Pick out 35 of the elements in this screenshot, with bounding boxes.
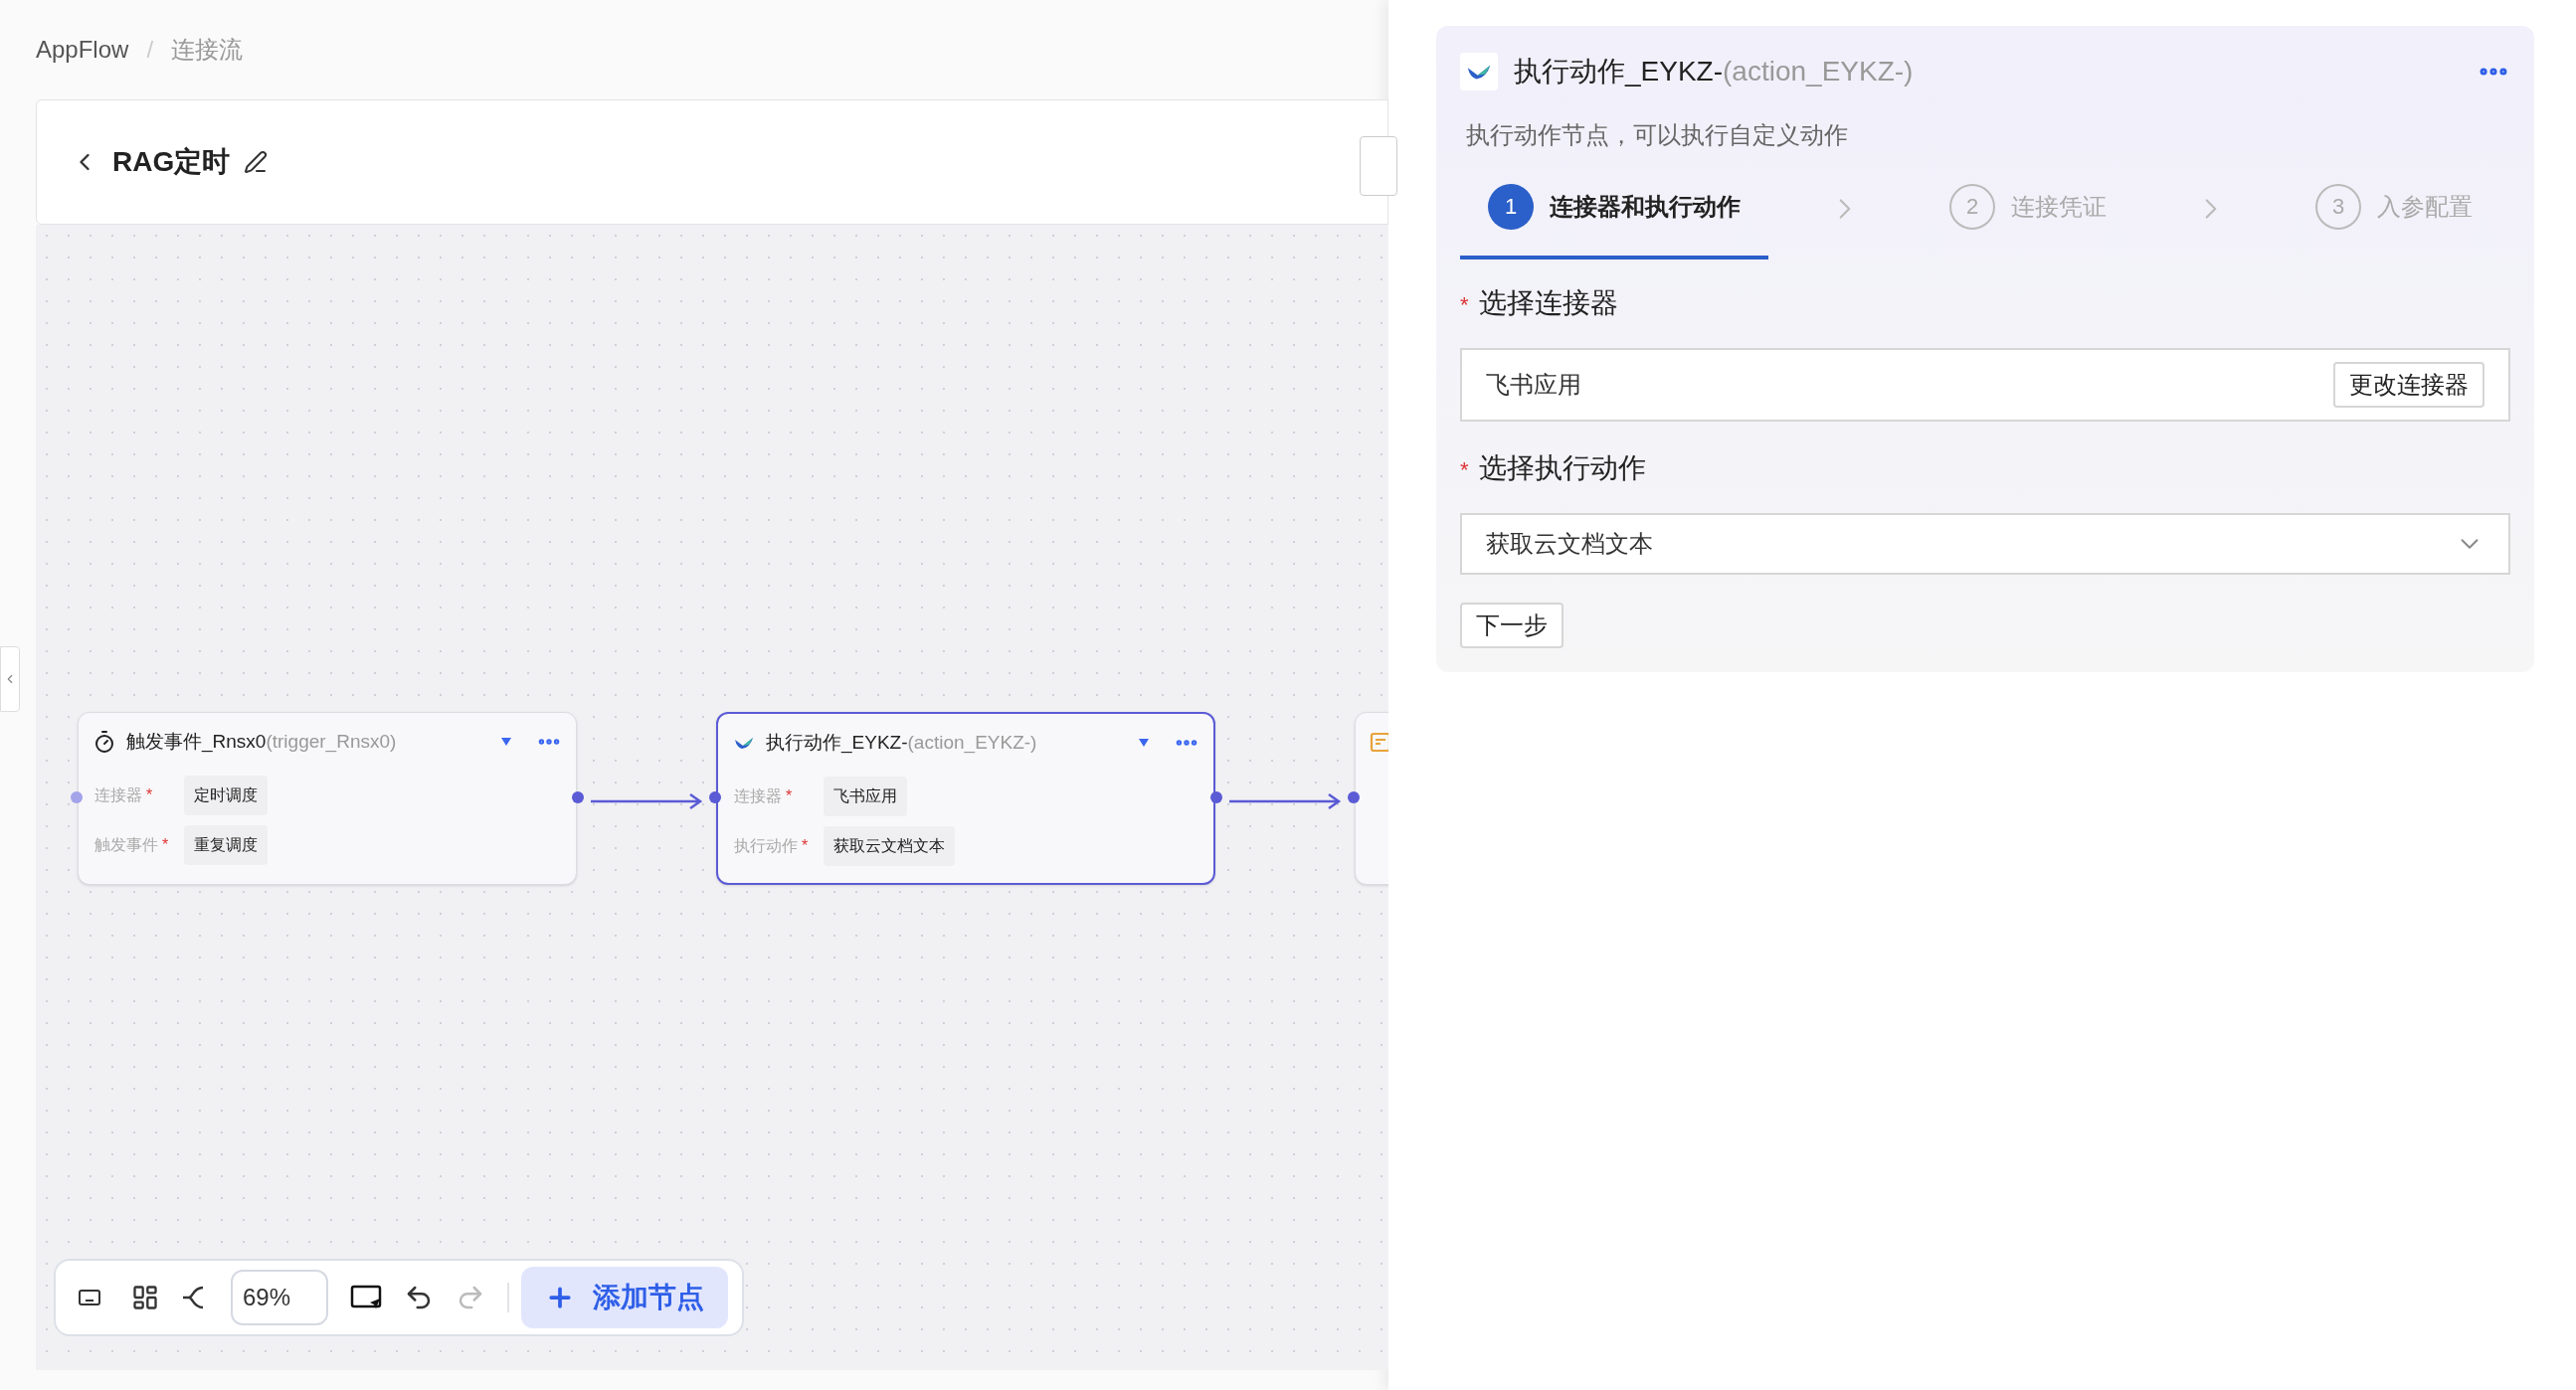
zoom-field[interactable]: 69% <box>231 1270 328 1325</box>
field-label: * 选择连接器 <box>1460 286 1619 320</box>
flow-node[interactable]: 触发事件_Rnsx0(trigger_Rnsx0) 连接器 * 定时调度 触发事件 * 重复调度 <box>78 712 577 885</box>
field-value: 重复调度 <box>184 825 268 865</box>
minimap-icon[interactable] <box>78 1288 101 1307</box>
next-button[interactable]: 下一步 <box>1460 603 1564 648</box>
layout-icon[interactable] <box>131 1284 159 1311</box>
collapse-handle[interactable] <box>0 646 20 712</box>
breadcrumb-separator: / <box>146 35 154 65</box>
field-value: 获取云文档文本 <box>824 826 955 866</box>
field-label: 连接器 * <box>734 786 794 806</box>
panel-description: 执行动作节点，可以执行自定义动作 <box>1465 120 1849 150</box>
field-label: * 选择执行动作 <box>1460 451 1647 485</box>
dropdown-icon[interactable] <box>1138 738 1150 748</box>
connector-field[interactable]: 飞书应用 更改连接器 <box>1460 348 2510 422</box>
node-title: 触发事件_Rnsx0(trigger_Rnsx0) <box>126 729 397 755</box>
field-value: 飞书应用 <box>824 777 907 816</box>
field-label: 连接器 * <box>94 785 154 805</box>
dropdown-icon[interactable] <box>500 737 512 747</box>
stopwatch-icon <box>92 730 116 754</box>
breadcrumb-link[interactable]: AppFlow <box>36 32 129 68</box>
edit-icon[interactable] <box>244 150 269 174</box>
field-value: 飞书应用 <box>1486 370 1582 400</box>
flow-node[interactable]: 执行动作_EYKZ-(action_EYKZ-) 连接器 * 飞书应用 执行动作 * 获取云文档文本 <box>716 712 1215 885</box>
panel-title: 执行动作_EYKZ-(action_EYKZ-) <box>1514 55 1914 88</box>
field-label: 触发事件 * <box>94 835 170 855</box>
step-tab[interactable]: 1 连接器和执行动作 <box>1460 157 1768 260</box>
flow-title: RAG定时 <box>112 145 231 179</box>
change-connector-button[interactable]: 更改连接器 <box>2333 362 2484 408</box>
breadcrumb-current: 连接流 <box>171 35 244 65</box>
field-value: 定时调度 <box>184 776 268 815</box>
action-select[interactable]: 获取云文档文本 <box>1460 513 2510 575</box>
add-node-button[interactable]: 添加节点 <box>521 1267 728 1328</box>
field-label: 执行动作 * <box>734 836 810 856</box>
node-title: 执行动作_EYKZ-(action_EYKZ-) <box>766 730 1037 756</box>
